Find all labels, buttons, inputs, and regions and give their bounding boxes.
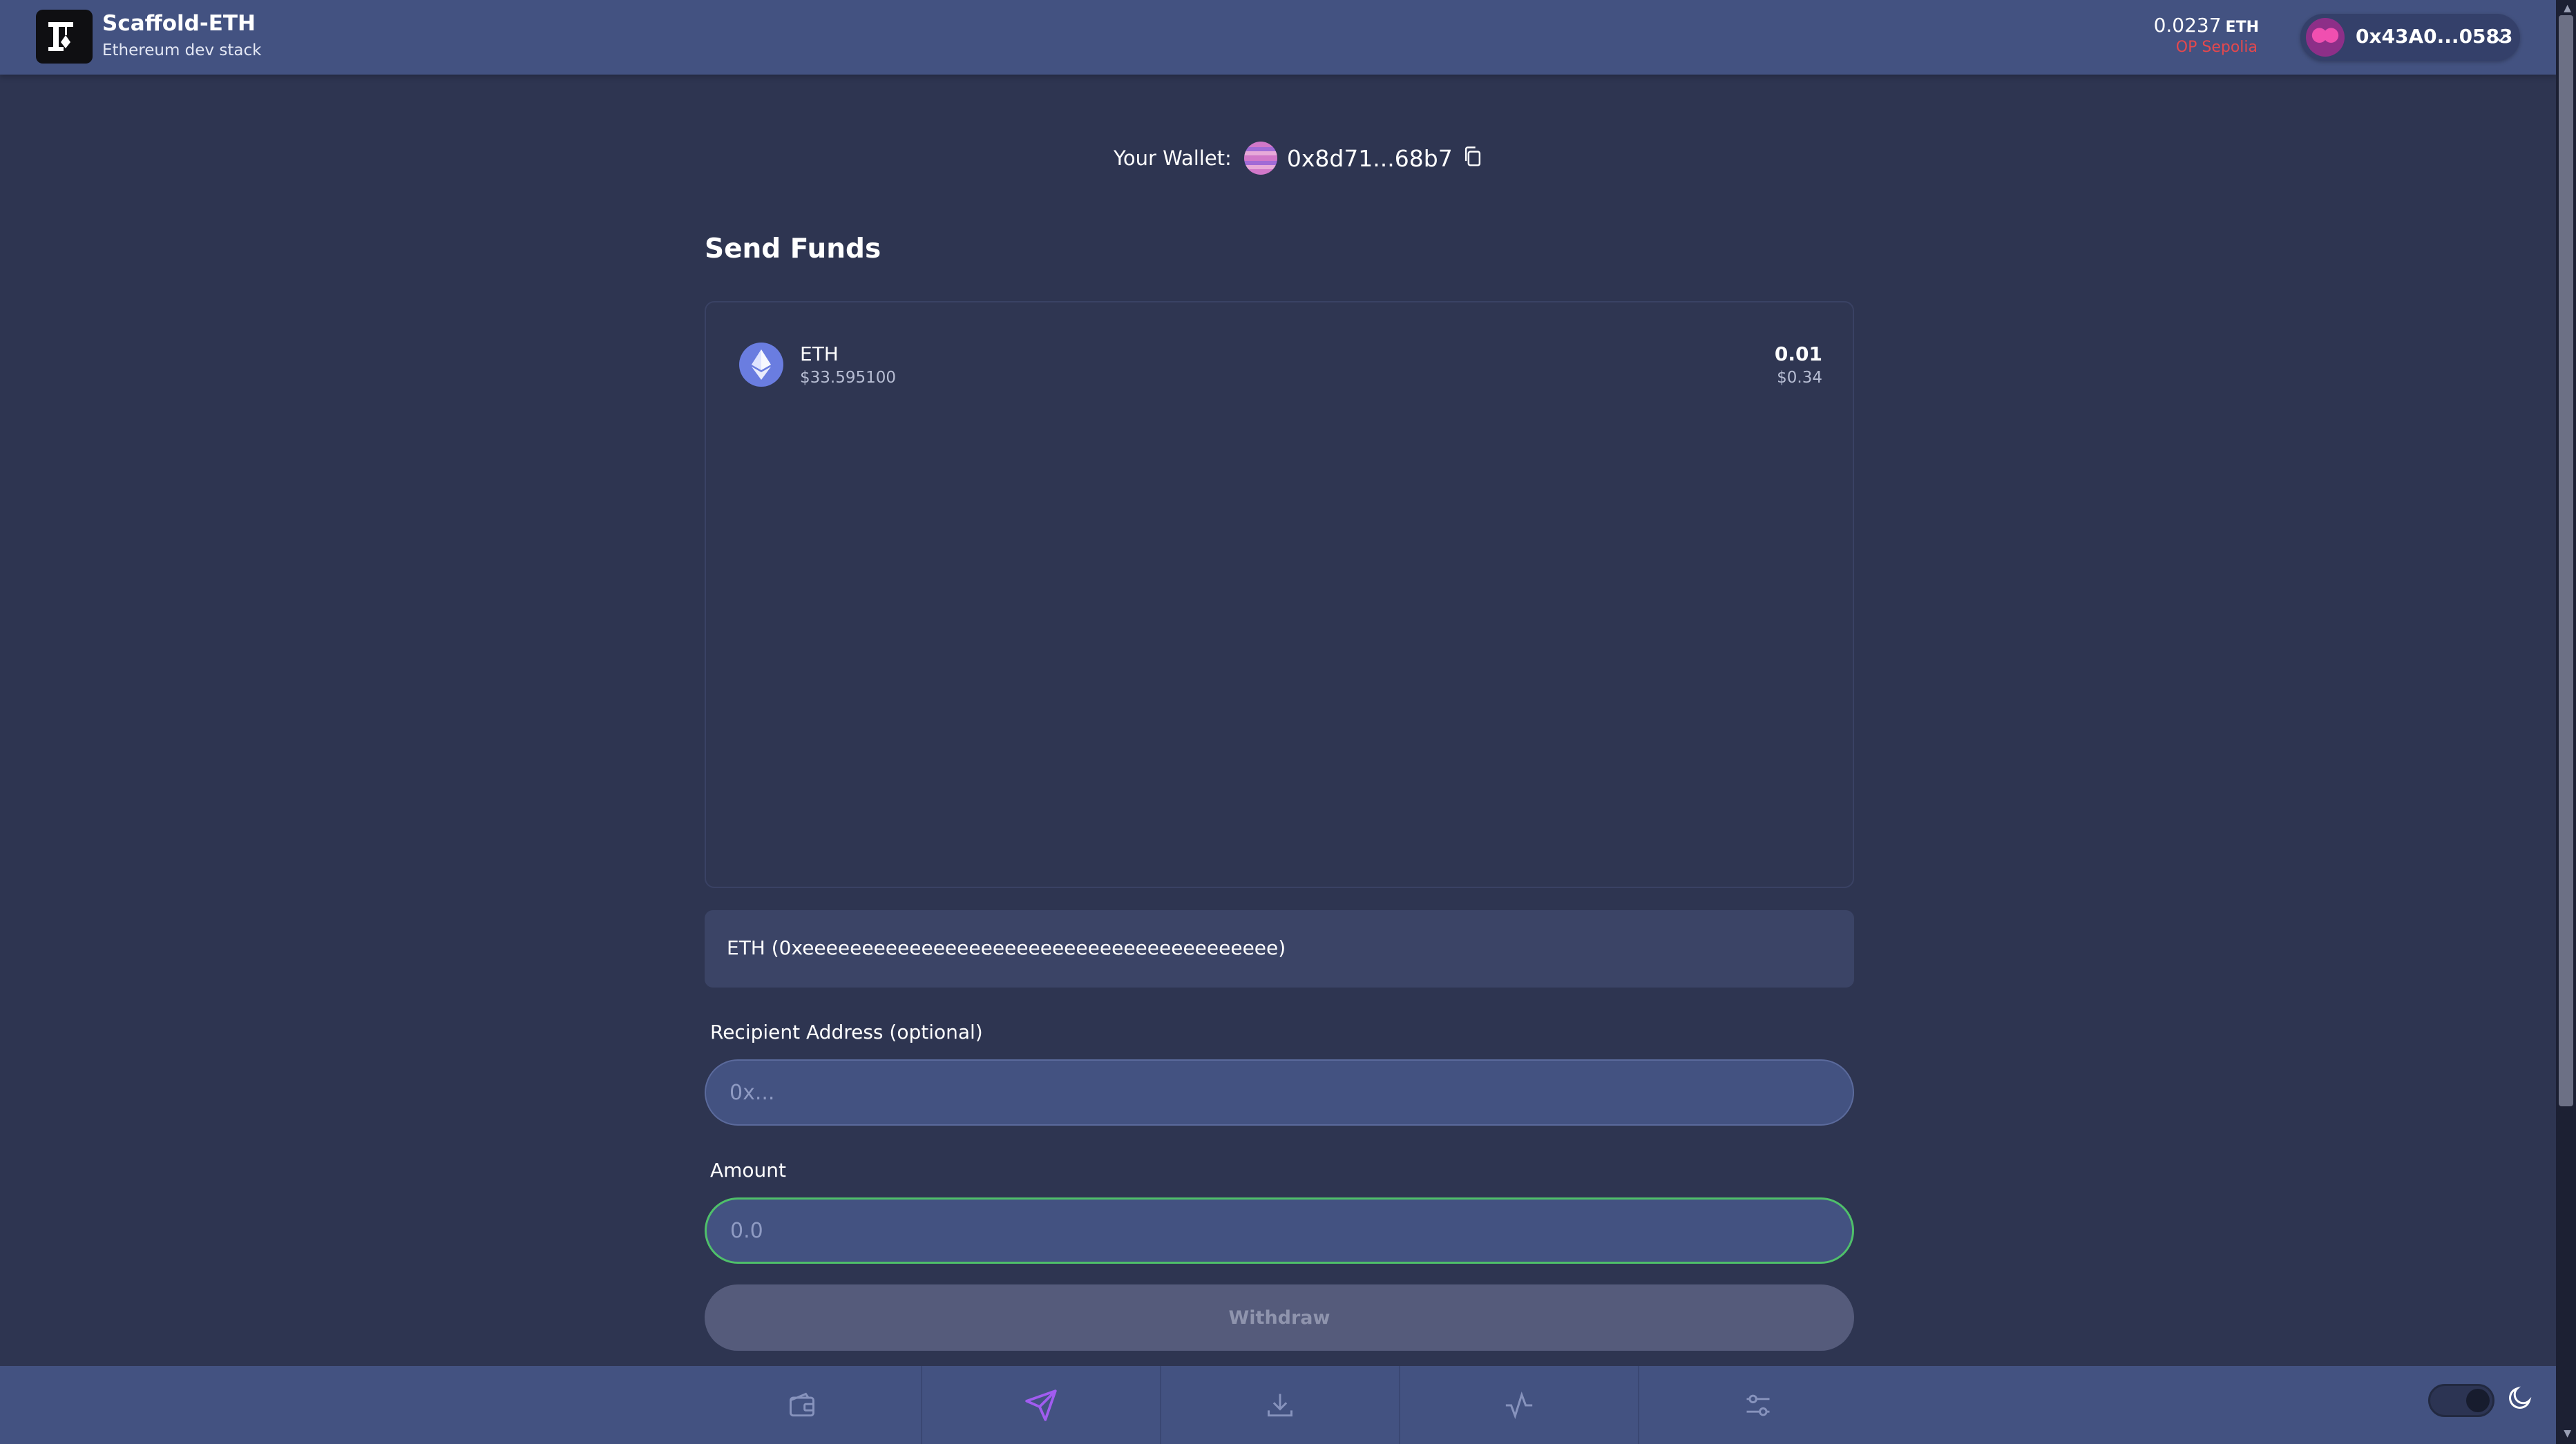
activity-icon bbox=[1505, 1391, 1533, 1419]
top-header: Scaffold-ETH Ethereum dev stack 0.0237 ET… bbox=[0, 0, 2556, 75]
amount-label: Amount bbox=[710, 1159, 787, 1182]
wallet-icon bbox=[790, 1392, 814, 1416]
balance-unit: ETH bbox=[2225, 19, 2259, 36]
scroll-down-arrow-icon[interactable]: ▼ bbox=[2564, 1428, 2571, 1439]
copy-icon[interactable] bbox=[1462, 146, 1483, 171]
app-title: Scaffold-ETH bbox=[102, 11, 256, 36]
nav-send[interactable] bbox=[922, 1366, 1161, 1444]
header-balance: 0.0237 ETH bbox=[2154, 14, 2259, 37]
scrollbar-thumb[interactable] bbox=[2559, 15, 2573, 1106]
selected-token-text: ETH (0xeeeeeeeeeeeeeeeeeeeeeeeeeeeeeeeee… bbox=[727, 936, 1286, 959]
theme-toggle[interactable] bbox=[2428, 1384, 2494, 1417]
scroll-up-arrow-icon[interactable]: ▲ bbox=[2564, 3, 2571, 14]
settings-sliders-icon bbox=[1746, 1394, 1770, 1416]
token-row[interactable]: ETH $33.595100 0.01 $0.34 bbox=[739, 337, 1822, 392]
wallet-label: Your Wallet: bbox=[1114, 146, 1232, 170]
account-button[interactable]: 0x43A0...0583 bbox=[2300, 14, 2520, 61]
app-subtitle: Ethereum dev stack bbox=[102, 41, 262, 59]
token-price: $33.595100 bbox=[800, 369, 897, 387]
ethereum-icon bbox=[739, 343, 783, 387]
token-value-usd: $0.34 bbox=[1777, 369, 1822, 387]
token-list: ETH $33.595100 0.01 $0.34 bbox=[705, 301, 1854, 888]
nav-settings[interactable] bbox=[1639, 1366, 1878, 1444]
account-avatar bbox=[2306, 18, 2345, 57]
account-address: 0x43A0...0583 bbox=[2356, 25, 2513, 48]
app-logo[interactable] bbox=[36, 10, 93, 64]
chevron-down-icon bbox=[2494, 35, 2506, 43]
nav-receive[interactable] bbox=[1161, 1366, 1400, 1444]
recipient-label: Recipient Address (optional) bbox=[710, 1021, 983, 1043]
send-icon bbox=[1025, 1389, 1057, 1421]
wallet-info: Your Wallet: 0x8d71...68b7 bbox=[1114, 141, 1483, 175]
scrollbar[interactable]: ▲ ▼ bbox=[2556, 0, 2576, 1444]
token-balance: 0.01 bbox=[1774, 343, 1822, 365]
nav-wallet[interactable] bbox=[683, 1366, 922, 1444]
withdraw-button[interactable]: Withdraw bbox=[705, 1284, 1854, 1351]
wallet-address[interactable]: 0x8d71...68b7 bbox=[1287, 145, 1453, 172]
nav-activity[interactable] bbox=[1400, 1366, 1639, 1444]
wallet-avatar bbox=[1243, 142, 1277, 175]
recipient-address-input[interactable] bbox=[705, 1059, 1854, 1126]
toggle-knob bbox=[2466, 1389, 2490, 1412]
moon-icon[interactable] bbox=[2506, 1384, 2534, 1412]
amount-input[interactable] bbox=[705, 1197, 1854, 1264]
scaffold-logo-icon bbox=[48, 22, 73, 51]
network-name: OP Sepolia bbox=[2175, 39, 2258, 56]
token-symbol: ETH bbox=[800, 343, 839, 365]
balance-value: 0.0237 bbox=[2153, 14, 2222, 37]
download-icon bbox=[1268, 1394, 1292, 1416]
selected-token-display[interactable]: ETH (0xeeeeeeeeeeeeeeeeeeeeeeeeeeeeeeeee… bbox=[705, 910, 1854, 988]
page-title: Send Funds bbox=[705, 233, 881, 264]
bottom-navigation bbox=[0, 1366, 2556, 1444]
